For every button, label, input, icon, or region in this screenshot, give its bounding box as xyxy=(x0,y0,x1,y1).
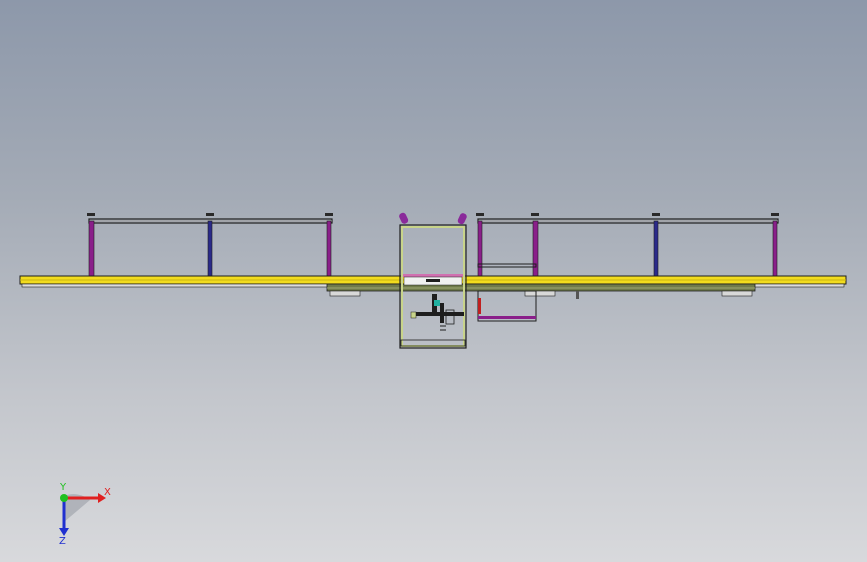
z-axis-arrowhead xyxy=(59,528,69,536)
right-fence[interactable] xyxy=(476,213,779,277)
left-fence[interactable] xyxy=(87,213,333,277)
y-axis-dot xyxy=(60,494,68,502)
x-axis-label: X xyxy=(104,487,111,498)
coordinate-triad: X Y Z xyxy=(40,482,120,552)
base-beam[interactable] xyxy=(326,283,756,299)
central-cabinet[interactable] xyxy=(398,212,468,349)
z-axis-label: Z xyxy=(59,536,66,547)
y-axis-label: Y xyxy=(59,482,67,493)
machine-assembly-model[interactable] xyxy=(0,0,867,562)
graphics-viewport[interactable]: X Y Z xyxy=(0,0,867,562)
